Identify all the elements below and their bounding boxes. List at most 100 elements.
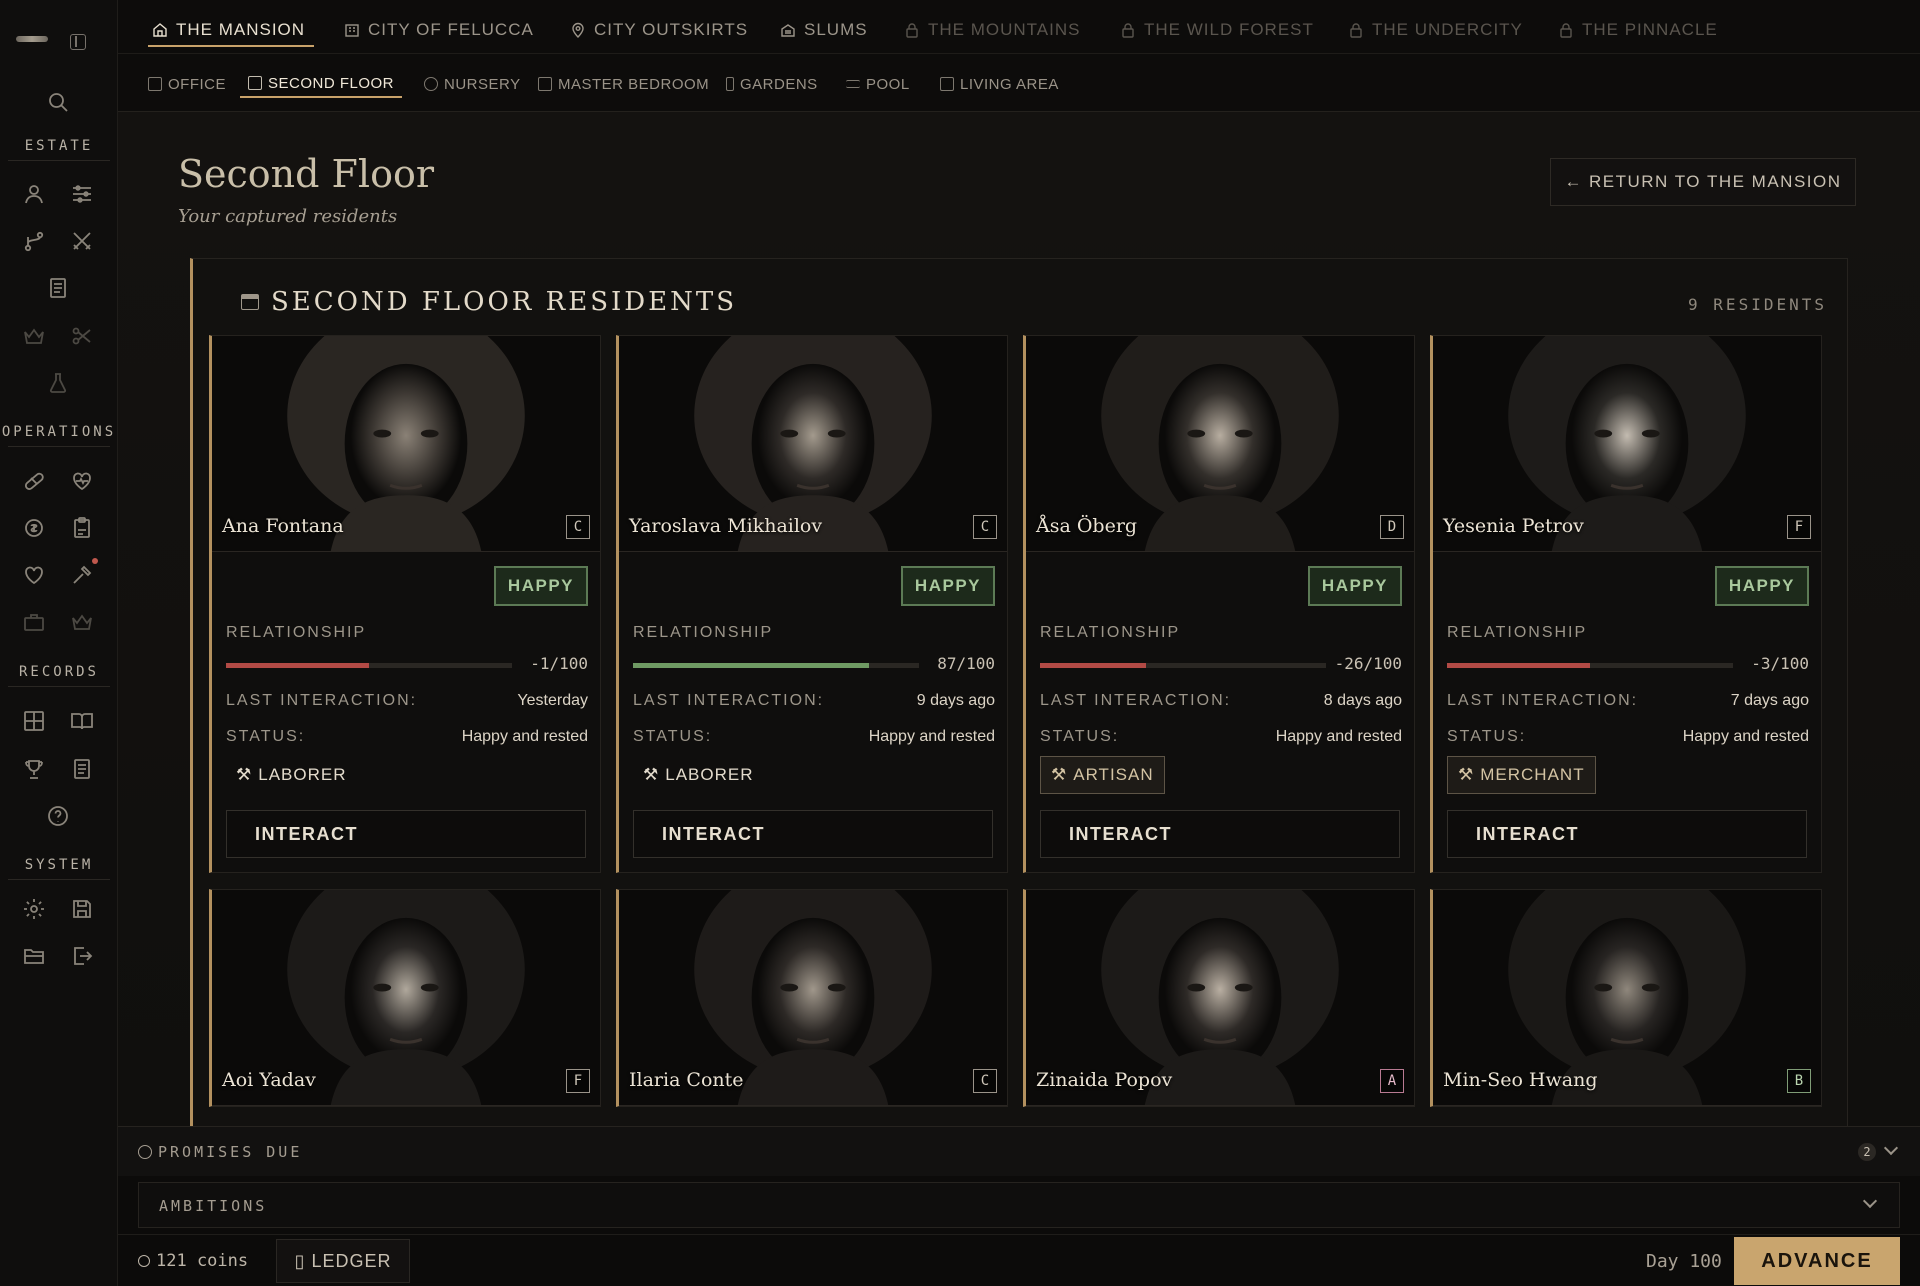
relationship-value: -1/100 [530, 654, 588, 673]
advance-button[interactable]: ADVANCE [1734, 1237, 1900, 1285]
sidebar-divider [8, 879, 110, 880]
subtab-master-bedroom[interactable]: MASTER BEDROOM [530, 70, 717, 98]
relationship-label: RELATIONSHIP [226, 624, 367, 641]
scroll-icon[interactable] [46, 276, 70, 300]
heart-icon[interactable] [22, 563, 46, 587]
trophy-icon[interactable] [22, 757, 46, 781]
interact-button[interactable]: INTERACT [226, 810, 586, 858]
resident-card[interactable]: Ilaria Conte C [616, 889, 1008, 1107]
book-open-icon[interactable] [70, 709, 94, 733]
resident-name: Yesenia Petrov [1443, 515, 1584, 537]
resident-card[interactable]: Åsa Öberg D HAPPY RELATIONSHIP -26/100 L… [1023, 335, 1415, 873]
panel-title: SECOND FLOOR RESIDENTS [241, 287, 737, 317]
crown-small-icon[interactable] [70, 610, 94, 634]
resident-card[interactable]: Ana Fontana C HAPPY RELATIONSHIP -1/100 … [209, 335, 601, 873]
ledger-button[interactable]: ▯ LEDGER [276, 1239, 410, 1283]
sidebar-section-estate: ESTATE [24, 138, 94, 154]
coins-icon [138, 1255, 150, 1267]
resident-card[interactable]: Zinaida Popov A [1023, 889, 1415, 1107]
tab-the-undercity[interactable]: THE UNDERCITY [1348, 12, 1523, 48]
subtab-pool[interactable]: POOL [838, 70, 918, 98]
grid-icon[interactable] [22, 709, 46, 733]
lock-icon [1560, 23, 1572, 38]
chevron-down-icon[interactable] [1862, 1193, 1878, 1209]
tab-the-mountains[interactable]: THE MOUNTAINS [904, 12, 1080, 48]
tab-the-pinnacle[interactable]: THE PINNACLE [1558, 12, 1718, 48]
day-counter: Day 100 [1646, 1251, 1722, 1272]
occupation-label: MERCHANT [1480, 765, 1585, 784]
interact-button[interactable]: INTERACT [633, 810, 993, 858]
subtab-label: MASTER BEDROOM [558, 75, 710, 93]
resident-card[interactable]: Yesenia Petrov F HAPPY RELATIONSHIP -3/1… [1430, 335, 1822, 873]
resident-card[interactable]: Min-Seo Hwang B [1430, 889, 1822, 1107]
scissors-icon[interactable] [70, 324, 94, 348]
sidebar: ESTATE OPERATIONS RECORDS SYSTEM [0, 0, 118, 1286]
book-icon: ▯ [294, 1250, 306, 1271]
return-to-mansion-button[interactable]: ← RETURN TO THE MANSION [1550, 158, 1856, 206]
logout-icon[interactable] [70, 944, 94, 968]
occupation-label: LABORER [665, 765, 754, 784]
resident-details: HAPPY RELATIONSHIP -26/100 LAST INTERACT… [1026, 552, 1414, 872]
subtab-office[interactable]: OFFICE [140, 70, 234, 98]
sidebar-collapse-icon[interactable] [70, 34, 86, 50]
tab-slums[interactable]: SLUMS [780, 12, 868, 48]
tab-the-wild-forest[interactable]: THE WILD FOREST [1120, 12, 1314, 48]
list-scroll-icon[interactable] [70, 757, 94, 781]
save-icon[interactable] [70, 897, 94, 921]
coin-cycle-icon[interactable] [22, 516, 46, 540]
resident-card[interactable]: Aoi Yadav F [209, 889, 601, 1107]
resident-grade-badge: C [973, 1069, 997, 1093]
heart-pulse-icon[interactable] [70, 469, 94, 493]
bed-icon [241, 294, 259, 310]
subtab-nursery[interactable]: NURSERY [416, 70, 529, 98]
pill-icon[interactable] [22, 469, 46, 493]
occupation-tag: ⚒ LABORER [226, 756, 357, 794]
folder-open-icon[interactable] [22, 944, 46, 968]
status-label: STATUS: [226, 728, 306, 745]
tab-city-of-felucca[interactable]: CITY OF FELUCCA [344, 12, 534, 48]
tab-city-outskirts[interactable]: CITY OUTSKIRTS [570, 12, 748, 48]
resident-name: Yaroslava Mikhailov [629, 515, 823, 537]
tab-the-mansion[interactable]: THE MANSION [152, 12, 305, 48]
occupation-tag: ⚒ ARTISAN [1040, 756, 1165, 794]
swords-icon[interactable] [70, 229, 94, 253]
last-interaction-value: 7 days ago [1730, 692, 1809, 709]
subtab-living-area[interactable]: LIVING AREA [932, 70, 1067, 98]
crown-icon[interactable] [22, 324, 46, 348]
mood-badge: HAPPY [900, 566, 995, 606]
sliders-icon[interactable] [70, 182, 94, 206]
tab-label: THE MOUNTAINS [928, 20, 1081, 39]
resident-portrait: Ana Fontana C [212, 336, 600, 552]
relationship-label: RELATIONSHIP [633, 624, 774, 641]
flask-icon[interactable] [46, 371, 70, 395]
clipboard-icon[interactable] [70, 516, 94, 540]
building-icon [345, 24, 359, 37]
occupation-label: ARTISAN [1073, 765, 1154, 784]
resident-card[interactable]: Yaroslava Mikhailov C HAPPY RELATIONSHIP… [616, 335, 1008, 873]
relationship-bar [1447, 663, 1733, 668]
help-icon[interactable] [46, 804, 70, 828]
residents-panel: SECOND FLOOR RESIDENTS 9 RESIDENTS Ana F… [190, 258, 1848, 1128]
briefcase-icon[interactable] [22, 610, 46, 634]
tool-icon: ⚒ [236, 765, 253, 784]
subtab-second-floor[interactable]: SECOND FLOOR [240, 70, 403, 98]
branch-icon[interactable] [22, 229, 46, 253]
subtab-gardens[interactable]: GARDENS [718, 70, 826, 98]
resident-name: Åsa Öberg [1036, 515, 1138, 537]
promises-due-bar[interactable]: PROMISES DUE 2 [118, 1126, 1920, 1176]
interact-button[interactable]: INTERACT [1447, 810, 1807, 858]
interact-button[interactable]: INTERACT [1040, 810, 1400, 858]
arrow-left-icon: ← [1564, 172, 1583, 191]
hammer-icon[interactable] [70, 563, 94, 587]
subtab-label: OFFICE [168, 75, 226, 93]
relationship-bar-fill [1447, 663, 1590, 668]
ambitions-bar[interactable]: AMBITIONS [138, 1182, 1900, 1228]
sidebar-section-operations: OPERATIONS [1, 424, 117, 440]
gear-icon[interactable] [22, 897, 46, 921]
lock-icon [906, 23, 918, 38]
user-icon[interactable] [22, 182, 46, 206]
search-icon[interactable] [46, 90, 70, 114]
last-interaction-value: 8 days ago [1323, 692, 1402, 709]
lock-icon [1122, 23, 1134, 38]
chevron-down-icon[interactable] [1883, 1140, 1899, 1156]
